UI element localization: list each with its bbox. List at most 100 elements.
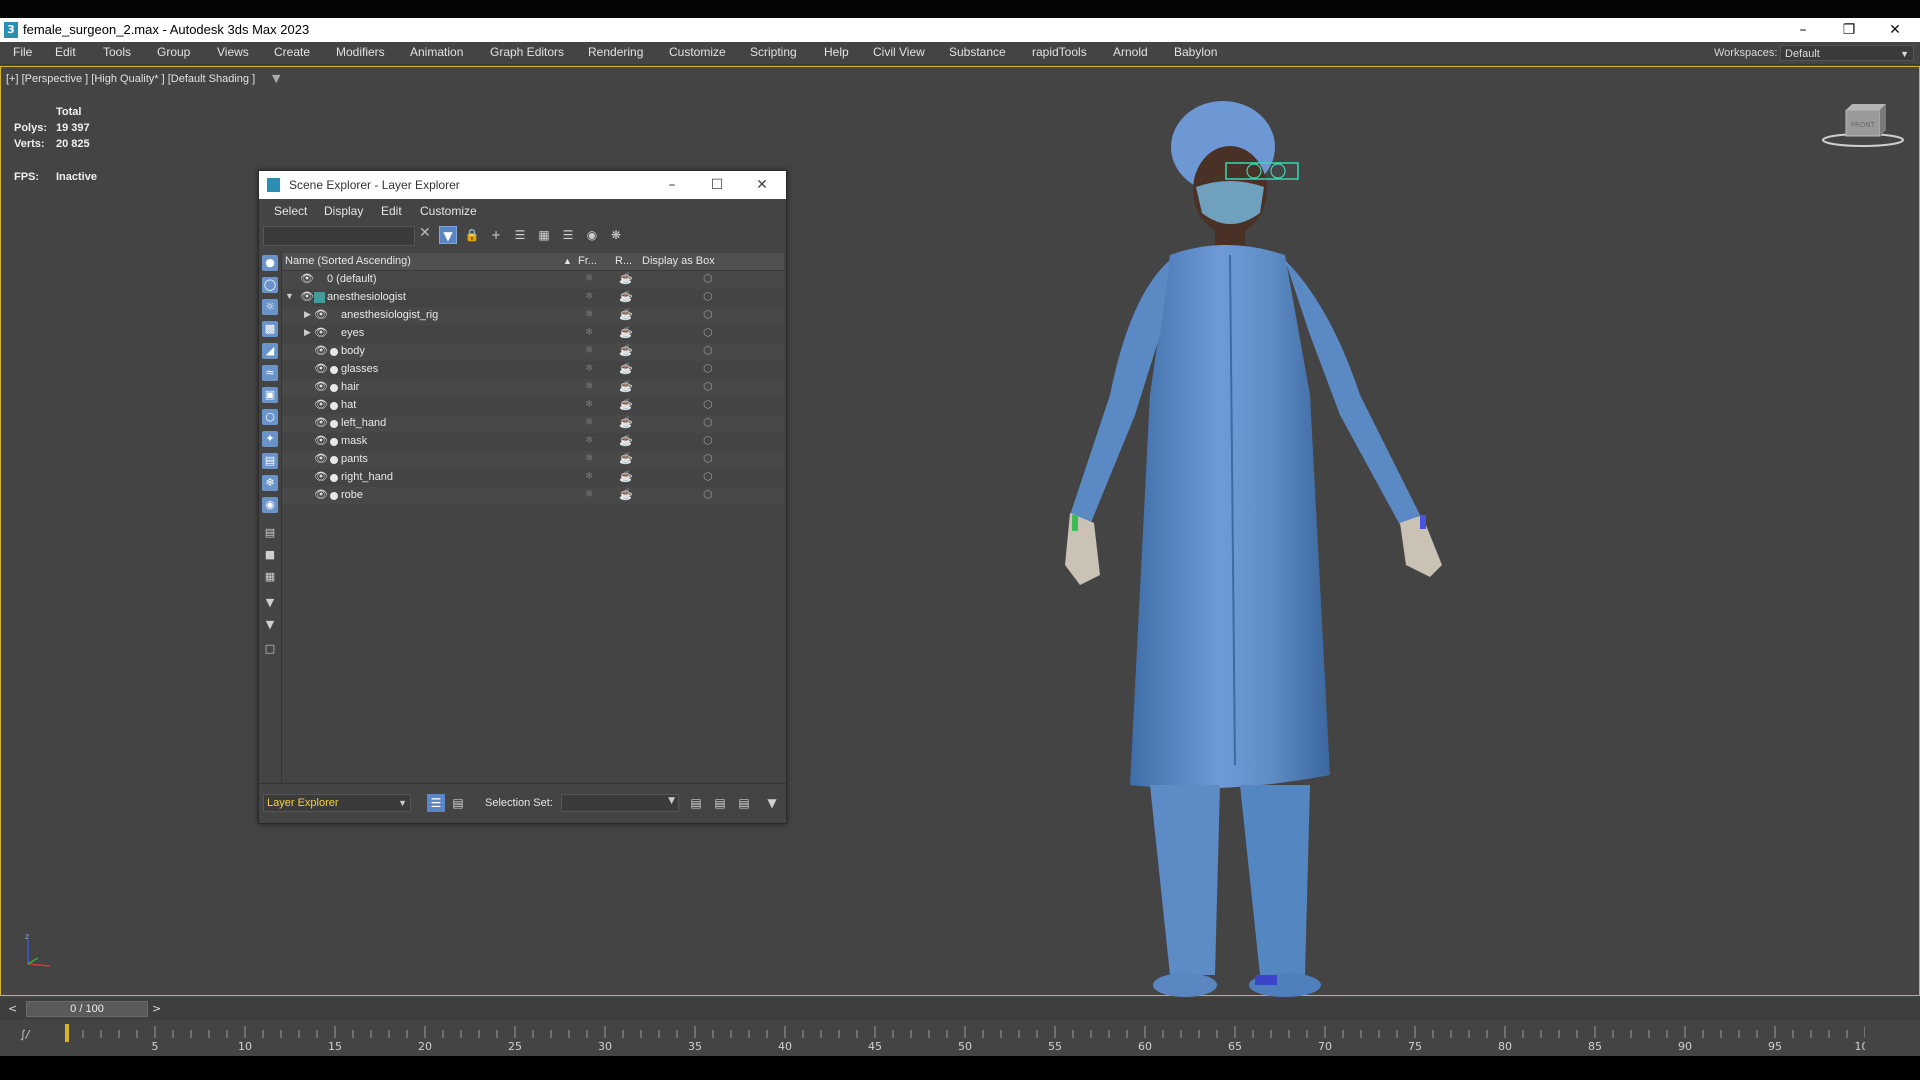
close-button[interactable]: ✕ — [1872, 18, 1918, 42]
display-as-box-icon[interactable]: ⬡ — [703, 416, 713, 429]
display-geometry-icon[interactable]: ◯ — [262, 277, 278, 293]
display-as-box-icon[interactable]: ⬡ — [703, 362, 713, 375]
column-name-header[interactable]: Name (Sorted Ascending) — [285, 255, 411, 267]
viewcube[interactable]: FRONT — [1820, 100, 1906, 150]
menu-civil-view[interactable]: Civil View — [873, 45, 925, 59]
time-slider[interactable]: < 0 / 100 > — [0, 998, 1920, 1020]
menu-group[interactable]: Group — [157, 45, 190, 59]
visibility-eye-icon[interactable]: 👁 — [314, 470, 328, 483]
se-menu-edit[interactable]: Edit — [381, 204, 402, 218]
lock-icon[interactable]: 🔒 — [463, 226, 481, 244]
renderable-teapot-icon[interactable]: ☕ — [619, 362, 633, 375]
freeze-icon[interactable]: ❄ — [585, 417, 593, 428]
menu-file[interactable]: File — [13, 45, 32, 59]
select-layer-icon[interactable]: ◉ — [583, 226, 601, 244]
filter-funnel-icon[interactable]: ▼ — [763, 794, 781, 812]
menu-graph-editors[interactable]: Graph Editors — [490, 45, 564, 59]
display-as-box-icon[interactable]: ⬡ — [703, 488, 713, 501]
remove-selection-set-icon[interactable]: ▤ — [711, 794, 729, 812]
renderable-teapot-icon[interactable]: ☕ — [619, 452, 633, 465]
track-bar[interactable]: ∫/ 5 10 15 20 25 30 35 40 45 50 55 60 65 70 75 80 85 90 95… — [0, 1020, 1920, 1056]
menu-views[interactable]: Views — [217, 45, 249, 59]
visibility-eye-icon[interactable]: 👁 — [314, 416, 328, 429]
add-selected-icon[interactable]: ▤ — [735, 794, 753, 812]
expand-arrow-icon[interactable]: ▶ — [304, 327, 311, 338]
visibility-eye-icon[interactable]: 👁 — [314, 452, 328, 465]
close-button[interactable]: ✕ — [742, 174, 782, 196]
renderable-teapot-icon[interactable]: ☕ — [619, 344, 633, 357]
restore-button[interactable]: ❐ — [1826, 18, 1872, 42]
freeze-icon[interactable]: ❄ — [585, 489, 593, 500]
layer-tree-row[interactable]: ▼ 👁 anesthesiologist ❄ ☕ ⬡ — [282, 289, 784, 307]
selection-set-icon[interactable]: □ — [262, 641, 278, 657]
renderable-teapot-icon[interactable]: ☕ — [619, 434, 633, 447]
next-frame-button[interactable]: > — [152, 1002, 161, 1015]
visibility-eye-icon[interactable]: 👁 — [314, 434, 328, 447]
menu-edit[interactable]: Edit — [55, 45, 76, 59]
clear-search-icon[interactable]: ✕ — [419, 225, 431, 241]
freeze-icon[interactable]: ❄ — [585, 381, 593, 392]
menu-animation[interactable]: Animation — [410, 45, 463, 59]
layer-tree-row[interactable]: 👁 left_hand ❄ ☕ ⬡ — [282, 415, 784, 433]
display-spacewarps-icon[interactable]: ≈ — [262, 365, 278, 381]
display-xrefs-icon[interactable]: ○ — [262, 409, 278, 425]
display-as-box-icon[interactable]: ⬡ — [703, 290, 713, 303]
display-as-box-icon[interactable]: ⬡ — [703, 308, 713, 321]
display-as-box-icon[interactable]: ⬡ — [703, 470, 713, 483]
collapse-arrow-icon[interactable]: ▼ — [285, 291, 294, 301]
visibility-eye-icon[interactable]: 👁 — [300, 272, 314, 285]
layer-tree-row[interactable]: 👁 hair ❄ ☕ ⬡ — [282, 379, 784, 397]
menu-rapidtools[interactable]: rapidTools — [1032, 45, 1087, 59]
freeze-icon[interactable]: ❄ — [585, 291, 593, 302]
viewport-filter-icon[interactable]: ▼ — [272, 72, 280, 85]
display-containers-icon[interactable]: ▤ — [262, 453, 278, 469]
menu-tools[interactable]: Tools — [103, 45, 131, 59]
layer-tree-row[interactable]: 👁 hat ❄ ☕ ⬡ — [282, 397, 784, 415]
frame-ruler[interactable]: 5 10 15 20 25 30 35 40 45 50 55 60 65 70 75 80 85 90 95 100 — [65, 1022, 1865, 1054]
minimize-button[interactable]: – — [652, 174, 692, 196]
se-menu-display[interactable]: Display — [324, 204, 363, 218]
menu-create[interactable]: Create — [274, 45, 310, 59]
freeze-icon[interactable]: ❄ — [585, 453, 593, 464]
filter-toggle-icon[interactable]: ▼ — [439, 226, 457, 244]
create-layer-icon[interactable]: ☰ — [511, 226, 529, 244]
layers-icon[interactable]: ☰ — [559, 226, 577, 244]
display-as-box-icon[interactable]: ⬡ — [703, 344, 713, 357]
previous-frame-button[interactable]: < — [8, 1002, 17, 1015]
renderable-teapot-icon[interactable]: ☕ — [619, 416, 633, 429]
layer-tree-row[interactable]: ▶ 👁 anesthesiologist_rig ❄ ☕ ⬡ — [282, 307, 784, 325]
filter-options-icon[interactable]: ▼ — [262, 595, 278, 611]
display-as-box-icon[interactable]: ⬡ — [703, 326, 713, 339]
add-to-layer-icon[interactable]: + — [487, 226, 505, 244]
visibility-eye-icon[interactable]: 👁 — [314, 326, 328, 339]
column-freeze-header[interactable]: Fr... — [578, 255, 597, 267]
options-icon[interactable]: ❋ — [607, 226, 625, 244]
display-as-box-icon[interactable]: ⬡ — [703, 398, 713, 411]
renderable-teapot-icon[interactable]: ☕ — [619, 272, 633, 285]
layer-tree-row[interactable]: 👁 pants ❄ ☕ ⬡ — [282, 451, 784, 469]
visibility-eye-icon[interactable]: 👁 — [300, 290, 314, 303]
viewport-label[interactable]: [+] [Perspective ] [High Quality* ] [Def… — [6, 73, 255, 85]
display-as-box-icon[interactable]: ⬡ — [703, 272, 713, 285]
minimize-button[interactable]: – — [1780, 18, 1826, 42]
display-bones-icon[interactable]: ✦ — [262, 431, 278, 447]
display-cameras-icon[interactable]: ▩ — [262, 321, 278, 337]
freeze-icon[interactable]: ❄ — [585, 399, 593, 410]
se-menu-customize[interactable]: Customize — [420, 204, 477, 218]
layer-tree-row[interactable]: 👁 robe ❄ ☕ ⬡ — [282, 487, 784, 505]
visibility-eye-icon[interactable]: 👁 — [314, 362, 328, 375]
freeze-icon[interactable]: ❄ — [585, 309, 593, 320]
freeze-icon[interactable]: ❄ — [585, 327, 593, 338]
menu-scripting[interactable]: Scripting — [750, 45, 797, 59]
create-selection-set-icon[interactable]: ▤ — [687, 794, 705, 812]
renderable-teapot-icon[interactable]: ☕ — [619, 470, 633, 483]
display-as-box-icon[interactable]: ⬡ — [703, 380, 713, 393]
menu-arnold[interactable]: Arnold — [1113, 45, 1148, 59]
display-as-box-icon[interactable]: ⬡ — [703, 434, 713, 447]
visibility-eye-icon[interactable]: 👁 — [314, 488, 328, 501]
display-groups-icon[interactable]: ▣ — [262, 387, 278, 403]
visibility-eye-icon[interactable]: 👁 — [314, 308, 328, 321]
freeze-icon[interactable]: ❄ — [585, 273, 593, 284]
se-menu-select[interactable]: Select — [274, 204, 307, 218]
freeze-icon[interactable]: ❄ — [585, 345, 593, 356]
